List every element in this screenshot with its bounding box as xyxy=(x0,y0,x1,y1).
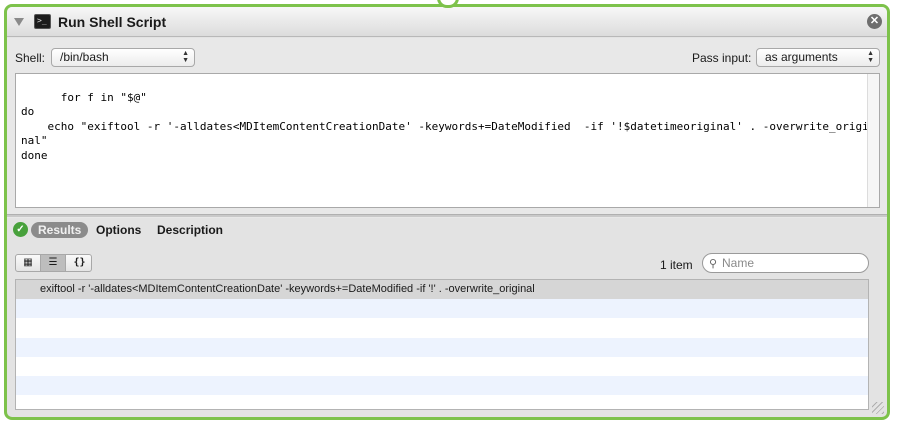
config-area: Shell: /bin/bash ▲ ▼ Pass input: as argum… xyxy=(7,38,887,218)
terminal-icon: >_ xyxy=(34,14,51,29)
pass-input-label: Pass input: xyxy=(692,51,752,65)
results-list[interactable]: exiftool -r '-alldates<MDItemContentCrea… xyxy=(15,279,869,410)
select-arrows-icon: ▲ ▼ xyxy=(182,50,189,64)
result-count: 1 item xyxy=(660,258,693,272)
empty-row xyxy=(16,375,868,396)
shell-select-value: /bin/bash xyxy=(60,50,109,64)
results-tabs: ✓ Results Options Description xyxy=(7,219,887,241)
shell-label: Shell: xyxy=(15,51,46,65)
icon-view-button[interactable]: ▦ xyxy=(16,255,41,271)
empty-row xyxy=(16,299,868,319)
tab-description[interactable]: Description xyxy=(157,222,223,238)
action-titlebar[interactable]: >_ Run Shell Script ✕ xyxy=(7,7,887,37)
view-mode-control: ▦ ☰ {} xyxy=(15,254,92,272)
script-text: for f in "$@" do echo "exiftool -r '-all… xyxy=(21,90,869,162)
empty-row xyxy=(16,337,868,357)
list-view-button[interactable]: ☰ xyxy=(41,255,66,271)
success-check-icon: ✓ xyxy=(13,222,28,237)
pass-input-select-value: as arguments xyxy=(765,50,838,64)
search-icon: ⚲ xyxy=(709,258,718,270)
select-arrows-icon: ▲ ▼ xyxy=(867,50,874,64)
empty-row xyxy=(16,318,868,338)
result-row[interactable]: exiftool -r '-alldates<MDItemContentCrea… xyxy=(16,280,868,300)
script-editor[interactable]: for f in "$@" do echo "exiftool -r '-all… xyxy=(15,73,880,208)
action-title: Run Shell Script xyxy=(58,14,167,30)
panel-divider[interactable] xyxy=(7,214,887,217)
script-scrollbar[interactable] xyxy=(867,74,879,207)
empty-row xyxy=(16,356,868,376)
disclosure-triangle-icon[interactable] xyxy=(14,18,24,26)
shell-select[interactable]: /bin/bash ▲ ▼ xyxy=(51,48,195,67)
close-action-button[interactable]: ✕ xyxy=(867,14,882,29)
search-input[interactable] xyxy=(722,256,862,270)
tab-results[interactable]: Results xyxy=(31,222,89,238)
search-field[interactable]: ⚲ xyxy=(702,253,869,273)
empty-row xyxy=(16,395,868,409)
resize-grip-icon[interactable] xyxy=(872,402,884,414)
tab-options[interactable]: Options xyxy=(96,222,141,238)
pass-input-select[interactable]: as arguments ▲ ▼ xyxy=(756,48,880,67)
action-panel: >_ Run Shell Script ✕ Shell: /bin/bash ▲… xyxy=(4,4,890,420)
code-view-button[interactable]: {} xyxy=(67,255,92,271)
